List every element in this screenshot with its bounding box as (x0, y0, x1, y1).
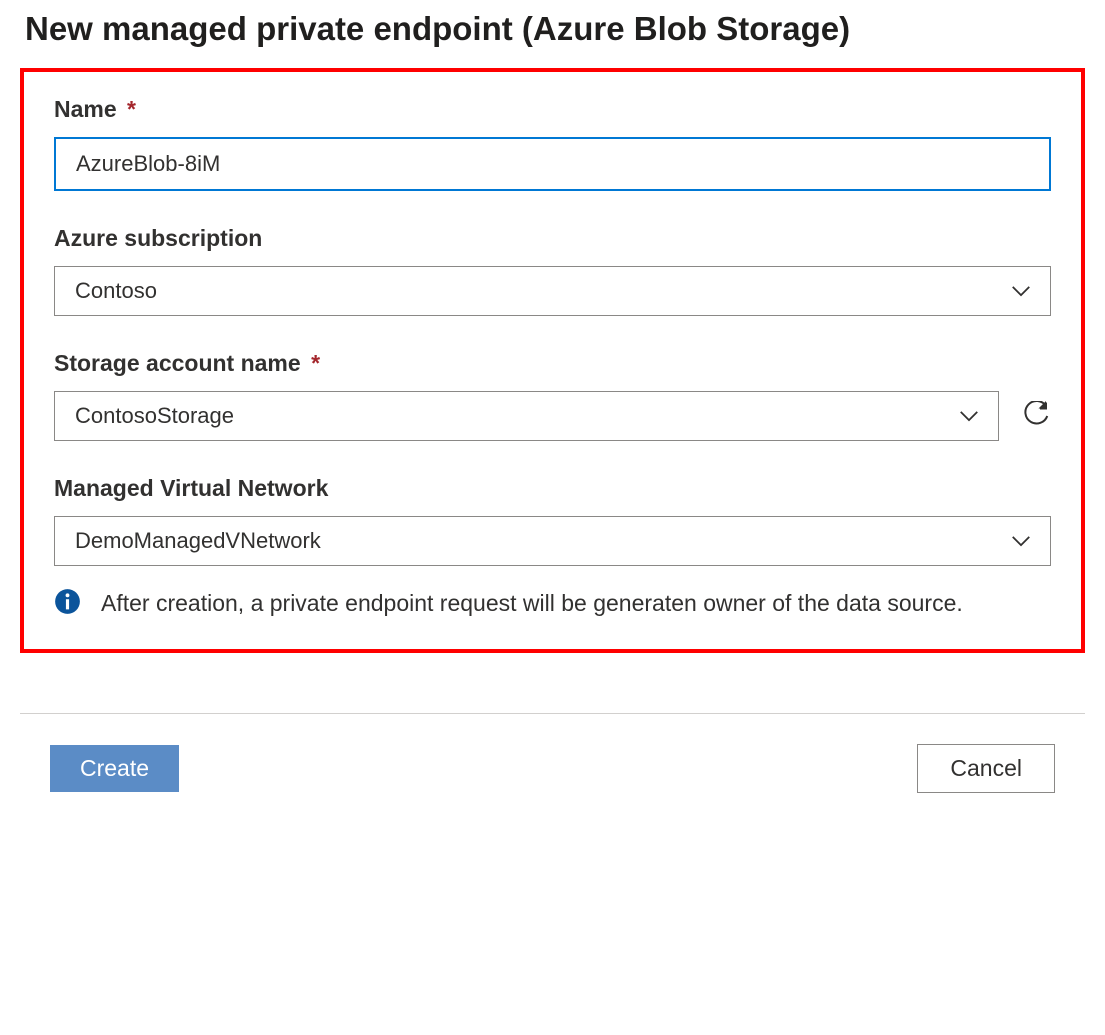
subscription-field-group: Azure subscription Contoso (54, 225, 1051, 316)
managed-vnet-dropdown[interactable]: DemoManagedVNetwork (54, 516, 1051, 566)
name-label-text: Name (54, 96, 117, 122)
required-marker: * (127, 96, 136, 122)
chevron-down-icon (1010, 280, 1032, 302)
subscription-value: Contoso (75, 278, 157, 304)
refresh-icon (1021, 401, 1051, 431)
storage-account-value: ContosoStorage (75, 403, 234, 429)
storage-account-label: Storage account name * (54, 350, 1051, 377)
page-title: New managed private endpoint (Azure Blob… (20, 10, 1085, 48)
storage-account-label-text: Storage account name (54, 350, 301, 376)
divider (20, 713, 1085, 714)
subscription-label: Azure subscription (54, 225, 1051, 252)
name-input[interactable] (54, 137, 1051, 191)
button-row: Create Cancel (20, 744, 1085, 793)
name-field-group: Name * (54, 96, 1051, 191)
create-button[interactable]: Create (50, 745, 179, 792)
chevron-down-icon (958, 405, 980, 427)
required-marker: * (311, 350, 320, 376)
storage-account-dropdown[interactable]: ContosoStorage (54, 391, 999, 441)
chevron-down-icon (1010, 530, 1032, 552)
managed-vnet-label: Managed Virtual Network (54, 475, 1051, 502)
info-message-row: After creation, a private endpoint reque… (54, 586, 1051, 621)
refresh-button[interactable] (1021, 401, 1051, 431)
name-label: Name * (54, 96, 1051, 123)
form-panel: Name * Azure subscription Contoso Storag… (20, 68, 1085, 653)
managed-vnet-value: DemoManagedVNetwork (75, 528, 321, 554)
info-message-text: After creation, a private endpoint reque… (101, 586, 963, 621)
managed-vnet-field-group: Managed Virtual Network DemoManagedVNetw… (54, 475, 1051, 566)
cancel-button[interactable]: Cancel (917, 744, 1055, 793)
subscription-dropdown[interactable]: Contoso (54, 266, 1051, 316)
info-icon (54, 588, 81, 615)
storage-account-field-group: Storage account name * ContosoStorage (54, 350, 1051, 441)
